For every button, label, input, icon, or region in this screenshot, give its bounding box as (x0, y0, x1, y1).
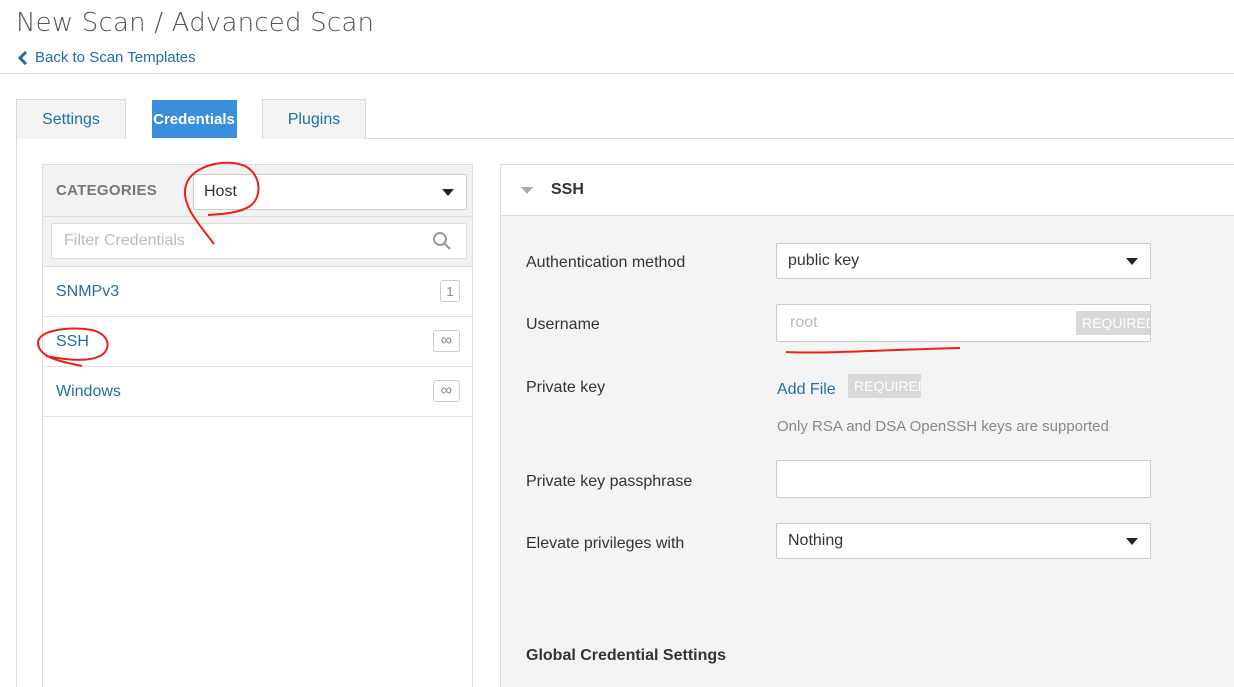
credential-count-badge: ∞ (433, 330, 460, 352)
header-divider (0, 73, 1234, 74)
auth-method-value: public key (788, 252, 860, 269)
caret-down-icon (1126, 258, 1138, 265)
categories-header: CATEGORIES Host (43, 165, 472, 217)
global-credential-settings-title: Global Credential Settings (526, 647, 727, 664)
category-select[interactable]: Host (193, 174, 467, 210)
add-file-link[interactable]: Add File (777, 381, 836, 399)
scan-tabs: Settings Credentials Plugins (16, 99, 366, 139)
caret-down-icon (442, 189, 454, 196)
required-badge: REQUIRED (848, 374, 921, 398)
tab-credentials[interactable]: Credentials (126, 99, 262, 139)
tab-credentials-label: Credentials (151, 100, 237, 138)
tab-plugins[interactable]: Plugins (262, 99, 366, 139)
credential-item-label: SSH (56, 332, 89, 350)
back-to-templates-link[interactable]: Back to Scan Templates (18, 49, 196, 66)
tab-plugins-label: Plugins (287, 110, 341, 128)
collapse-caret-icon (521, 186, 533, 194)
filter-credentials-input[interactable] (51, 223, 467, 259)
private-key-help: Only RSA and DSA OpenSSH keys are suppor… (777, 418, 1109, 435)
category-select-value: Host (204, 183, 237, 200)
credential-count-badge: 1 (440, 280, 460, 302)
auth-method-select[interactable]: public key (776, 243, 1151, 279)
page-title: New Scan / Advanced Scan (16, 8, 375, 38)
passphrase-input[interactable] (776, 460, 1151, 498)
tab-settings-label: Settings (42, 110, 100, 128)
ssh-credential-panel: SSH Authentication method public key Use… (500, 164, 1234, 687)
back-link-label: Back to Scan Templates (35, 49, 196, 66)
filter-bar (43, 217, 472, 267)
search-icon[interactable] (432, 231, 452, 251)
credential-count-badge: ∞ (433, 380, 460, 402)
credential-item-ssh[interactable]: SSH ∞ (43, 317, 472, 367)
credential-categories-panel: CATEGORIES Host SNMPv3 1 SSH ∞ Windows ∞ (42, 164, 473, 687)
username-label: Username (526, 316, 600, 333)
chevron-left-icon (18, 50, 28, 65)
caret-down-icon (1126, 538, 1138, 545)
credential-item-windows[interactable]: Windows ∞ (43, 367, 472, 417)
credential-item-snmpv3[interactable]: SNMPv3 1 (43, 267, 472, 317)
required-badge: REQUIRED (1076, 311, 1150, 335)
ssh-section-header[interactable]: SSH (501, 165, 1234, 216)
elevate-privileges-select[interactable]: Nothing (776, 523, 1151, 559)
elevate-privileges-label: Elevate privileges with (526, 535, 685, 552)
ssh-section-title: SSH (551, 181, 584, 198)
elevate-privileges-value: Nothing (788, 532, 844, 549)
passphrase-label: Private key passphrase (526, 473, 693, 490)
tab-settings[interactable]: Settings (16, 99, 126, 139)
username-input[interactable]: root REQUIRED (776, 304, 1151, 342)
username-placeholder: root (790, 314, 818, 331)
credential-item-label: Windows (56, 382, 121, 400)
auth-method-label: Authentication method (526, 254, 686, 271)
credential-item-label: SNMPv3 (56, 282, 120, 300)
categories-label: CATEGORIES (56, 182, 158, 199)
private-key-label: Private key (526, 379, 606, 396)
